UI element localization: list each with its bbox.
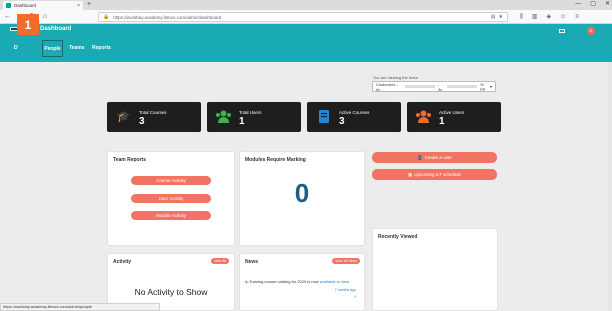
page-scrollbar[interactable] — [608, 62, 612, 311]
browser-extensions: ⫼ ▥ ◈ ☺ ≡ — [520, 13, 579, 21]
panel-title: Recently Viewed — [378, 234, 418, 240]
lock-icon: 🔒 — [103, 14, 110, 20]
news-panel: News View all News A-Training course cat… — [239, 253, 365, 311]
news-timestamp: 7 months ago — [334, 288, 356, 292]
step-badge: 1 — [17, 14, 39, 35]
chevron-right-icon[interactable]: › — [354, 294, 356, 300]
team-select-prefix: Customers - Ar — [376, 81, 398, 92]
nav-item-people[interactable]: People — [42, 40, 63, 57]
extension-icon[interactable]: ◈ — [546, 13, 551, 21]
library-icon[interactable]: ⫼ — [520, 13, 523, 21]
stat-value: 3 — [139, 116, 145, 127]
view-all-news-button[interactable]: View all News — [332, 258, 360, 264]
calendar-icon: ▦ — [407, 171, 413, 177]
panel-title: Team Reports — [113, 157, 146, 163]
redacted-text — [447, 85, 478, 88]
stat-label: Total Users — [239, 110, 262, 115]
team-selector-label: You are viewing the team — [373, 75, 418, 80]
news-item: A-Training course catalog for 2020 is no… — [245, 279, 350, 284]
ilt-schedule-button[interactable]: ▦ Upcoming ILT schedule — [372, 169, 497, 180]
new-tab-button[interactable]: + — [87, 1, 91, 9]
stat-card-total-users[interactable]: Total Users 1 — [207, 102, 301, 132]
sidebar-icon[interactable]: ▥ — [532, 13, 538, 21]
module-activity-button[interactable]: Module Activity — [131, 211, 211, 220]
panel-title: Modules Require Marking — [245, 157, 306, 163]
stat-label: Active Users — [439, 110, 465, 115]
team-select[interactable]: Customers - Ar - Ar % PP ▾ — [372, 81, 496, 92]
reader-icon[interactable]: ▤ — [491, 14, 496, 20]
team-select-suffix: % PP — [480, 81, 486, 92]
stat-card-active-courses[interactable]: Active Courses 3 — [307, 102, 401, 132]
create-user-button[interactable]: 👤 Create a user — [372, 152, 497, 163]
app-header: Dashboard D People Teams Reports N — [0, 24, 612, 62]
news-item-text: A-Training course catalog for 2020 is no… — [245, 279, 319, 284]
news-item-link[interactable]: available to view. — [320, 279, 350, 284]
close-tab-icon[interactable]: × — [77, 3, 80, 9]
team-select-middle: - Ar — [438, 81, 443, 92]
browser-toolbar: ← → ↻ ⌂ 🔒 https://workbay.academy.litmos… — [0, 10, 612, 24]
modules-marking-panel: Modules Require Marking 0 — [239, 151, 365, 246]
stat-label: Active Courses — [339, 110, 370, 115]
window-controls: — ▢ ✕ — [575, 0, 610, 9]
status-bar: https://workbay.academy.litmos.com/admin… — [0, 303, 160, 311]
account-icon[interactable]: ☺ — [560, 13, 566, 21]
stat-card-active-users[interactable]: Active Users 1 — [407, 102, 501, 132]
chevron-down-icon: ▾ — [489, 84, 492, 89]
create-user-label: Create a user — [424, 155, 452, 160]
stat-value: 3 — [339, 116, 345, 127]
home-button[interactable]: ⌂ — [43, 13, 47, 21]
book-icon — [315, 109, 332, 124]
tab-title: Dashboard — [14, 3, 37, 8]
redacted-text — [405, 85, 436, 88]
menu-icon[interactable]: ≡ — [575, 13, 579, 21]
close-window-button[interactable]: ✕ — [605, 0, 610, 9]
stat-value: 1 — [239, 116, 245, 127]
view-all-activity-button[interactable]: View All — [210, 258, 229, 264]
user-activity-button[interactable]: User Activity — [131, 194, 211, 203]
modules-count[interactable]: 0 — [240, 178, 364, 209]
users-icon — [215, 109, 232, 124]
favicon-icon — [6, 3, 11, 8]
nav-item-teams[interactable]: Teams — [69, 45, 84, 51]
nav-item-people-label: People — [44, 45, 61, 52]
back-button[interactable]: ← — [4, 13, 11, 21]
address-bar[interactable]: 🔒 https://workbay.academy.litmos.com/adm… — [98, 12, 508, 22]
recently-viewed-panel: Recently Viewed — [372, 228, 498, 311]
avatar[interactable]: N — [587, 27, 595, 35]
graduation-cap-icon: 🎓 — [116, 111, 131, 123]
course-activity-button[interactable]: Course Activity — [131, 176, 211, 185]
active-users-icon — [415, 109, 432, 124]
stat-value: 1 — [439, 116, 445, 127]
browser-tab[interactable]: Dashboard × — [3, 1, 83, 10]
nav-item-dashboard[interactable]: D — [14, 45, 18, 51]
page-title: Dashboard — [40, 26, 72, 32]
ilt-schedule-label: Upcoming ILT schedule — [414, 172, 462, 177]
stat-card-total-courses[interactable]: 🎓 Total Courses 3 — [107, 102, 201, 132]
nav-item-reports[interactable]: Reports — [92, 45, 111, 51]
stat-label: Total Courses — [139, 110, 167, 115]
panel-title: News — [245, 259, 259, 265]
mail-icon[interactable] — [559, 29, 565, 33]
url-text: https://workbay.academy.litmos.com/admin… — [113, 14, 222, 20]
bookmark-star-icon[interactable]: ★ — [499, 14, 503, 20]
user-icon: 👤 — [417, 154, 423, 160]
empty-state-text: No Activity to Show — [134, 287, 208, 297]
panel-title: Activity — [113, 259, 132, 265]
maximize-button[interactable]: ▢ — [590, 0, 596, 9]
minimize-button[interactable]: — — [575, 0, 581, 9]
team-reports-panel: Team Reports Course Activity User Activi… — [107, 151, 235, 246]
browser-tab-bar: Dashboard × + — ▢ ✕ — [0, 0, 612, 10]
